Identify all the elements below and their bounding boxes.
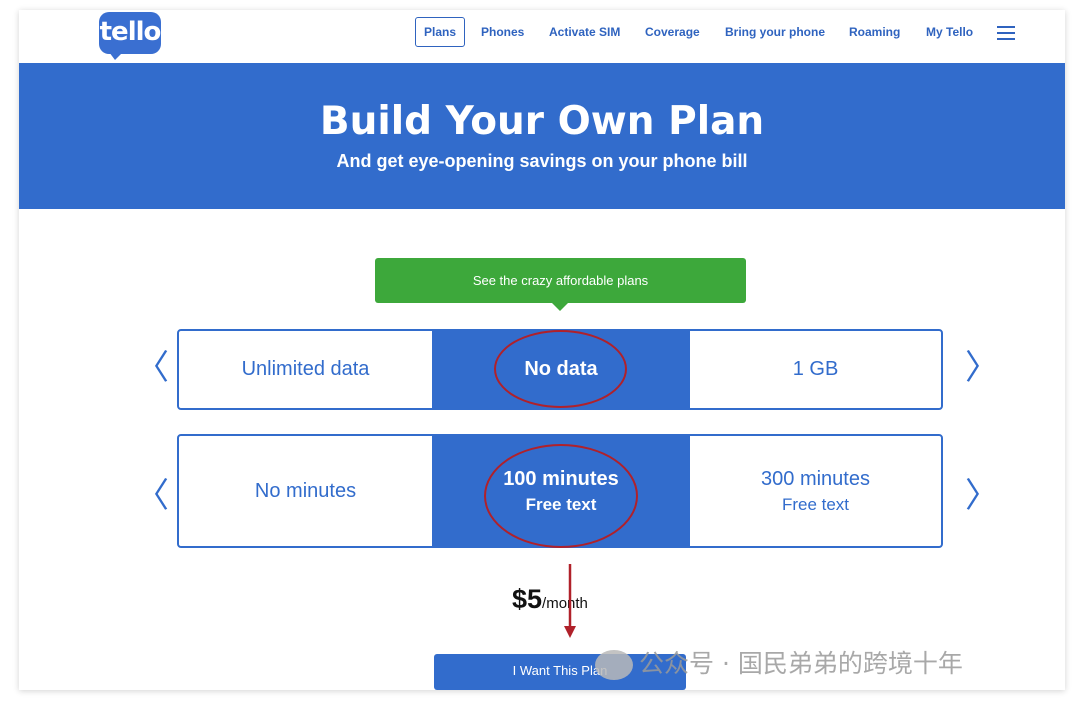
- minutes-option-sub: Free text: [781, 494, 850, 514]
- browser-frame: tello Plans Phones Activate SIM Coverage…: [19, 10, 1065, 690]
- tello-logo[interactable]: tello: [99, 12, 161, 60]
- minutes-option-300[interactable]: 300 minutes Free text: [690, 436, 941, 546]
- page-subtitle: And get eye-opening savings on your phon…: [336, 151, 748, 171]
- data-option-unlimited[interactable]: Unlimited data: [179, 331, 432, 408]
- minutes-option-label: 100 minutes: [503, 467, 619, 490]
- data-prev-arrow-icon[interactable]: 〈: [135, 348, 169, 388]
- nav-roaming[interactable]: Roaming: [849, 17, 900, 47]
- data-option-selected[interactable]: No data: [432, 331, 690, 408]
- watermark-text: 公众号 · 国民弟弟的跨境十年: [639, 649, 963, 678]
- navbar: tello Plans Phones Activate SIM Coverage…: [19, 10, 1065, 63]
- data-selector: Unlimited data No data 1 GB: [177, 329, 943, 410]
- nav-coverage[interactable]: Coverage: [645, 17, 700, 47]
- nav-bring-your-phone[interactable]: Bring your phone: [725, 17, 825, 47]
- minutes-option-sub: Free text: [525, 494, 597, 514]
- watermark: 公众号 · 国民弟弟的跨境十年: [595, 644, 963, 680]
- annotation-arrow-icon: [564, 564, 576, 638]
- nav-my-tello[interactable]: My Tello: [926, 17, 973, 47]
- nav-plans[interactable]: Plans: [415, 17, 466, 47]
- minutes-option-selected[interactable]: 100 minutes Free text: [432, 436, 690, 546]
- minutes-selector: No minutes 100 minutes Free text 300 min…: [177, 434, 943, 548]
- nav-activate-sim[interactable]: Activate SIM: [549, 17, 620, 47]
- menu-icon[interactable]: [997, 26, 1015, 40]
- minutes-option-label: No minutes: [254, 479, 357, 502]
- minutes-next-arrow-icon[interactable]: 〉: [965, 476, 999, 516]
- price-amount: $5: [512, 584, 543, 614]
- nav-phones[interactable]: Phones: [481, 17, 524, 47]
- data-next-arrow-icon[interactable]: 〉: [965, 348, 999, 388]
- wechat-icon: [595, 650, 633, 680]
- minutes-prev-arrow-icon[interactable]: 〈: [135, 476, 169, 516]
- minutes-option-label: 300 minutes: [761, 467, 870, 490]
- hero-banner: Build Your Own Plan And get eye-opening …: [19, 63, 1065, 209]
- minutes-option-none[interactable]: No minutes: [179, 436, 432, 546]
- page-title: Build Your Own Plan: [319, 99, 765, 144]
- data-option-1gb[interactable]: 1 GB: [690, 331, 941, 408]
- plans-banner: See the crazy affordable plans: [375, 258, 746, 311]
